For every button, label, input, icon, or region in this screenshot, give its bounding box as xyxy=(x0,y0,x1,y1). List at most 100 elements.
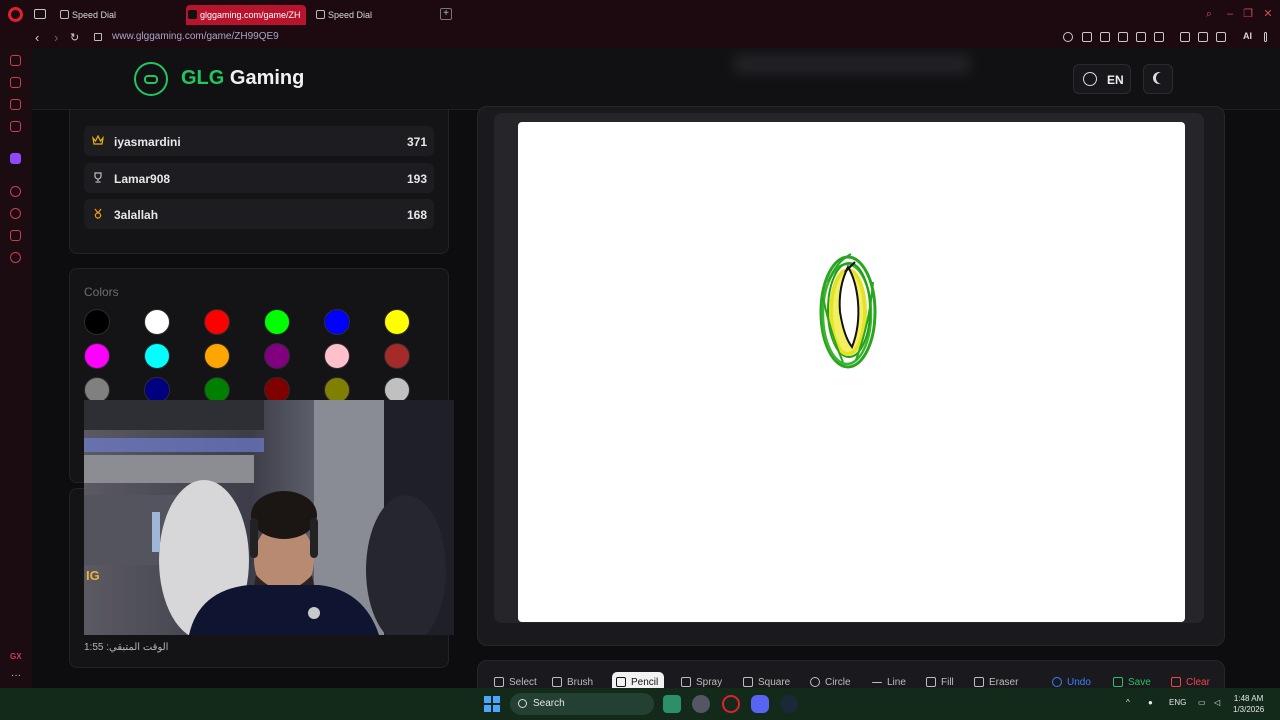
color-swatch[interactable] xyxy=(204,343,230,369)
player-sidebar-icon[interactable] xyxy=(10,186,21,197)
brand-suffix: Gaming xyxy=(224,67,305,89)
tab-manager-icon[interactable] xyxy=(34,9,46,19)
fill-icon xyxy=(926,677,936,687)
tool-line[interactable]: Line xyxy=(868,672,912,688)
language-button[interactable]: EN xyxy=(1073,64,1131,94)
tool-fill[interactable]: Fill xyxy=(922,672,960,688)
tool-select[interactable]: Select xyxy=(490,672,543,688)
taskbar-search[interactable]: Search xyxy=(510,693,654,715)
extensions-sidebar-icon[interactable] xyxy=(10,230,21,241)
forward-icon[interactable]: › xyxy=(54,30,58,46)
spray-icon xyxy=(681,677,691,687)
tool-spray[interactable]: Spray xyxy=(677,672,728,688)
player-name: Lamar908 xyxy=(114,172,171,186)
tool-circle[interactable]: Circle xyxy=(806,672,857,688)
history-icon[interactable] xyxy=(10,208,21,219)
tab-speed-dial-2[interactable]: Speed Dial xyxy=(314,5,434,25)
player-score: 168 xyxy=(406,208,427,222)
player-icon[interactable] xyxy=(1136,32,1146,42)
app-icon-1[interactable] xyxy=(663,695,681,713)
color-swatch[interactable] xyxy=(144,343,170,369)
pencil-icon xyxy=(616,677,626,687)
save-button[interactable]: Save xyxy=(1109,672,1157,688)
pin-icon[interactable] xyxy=(1082,32,1092,42)
heart-icon[interactable] xyxy=(1154,32,1164,42)
back-icon[interactable]: ‹ xyxy=(35,30,39,46)
tool-brush[interactable]: Brush xyxy=(548,672,599,688)
color-swatch[interactable] xyxy=(384,309,410,335)
settings-app-icon[interactable] xyxy=(692,695,710,713)
undo-button[interactable]: Undo xyxy=(1048,672,1097,688)
new-tab-icon[interactable]: + xyxy=(440,8,452,20)
tool-label: Select xyxy=(509,676,537,688)
leaderboard-panel: iyasmardini 371 Lamar908 193 3alallah 16… xyxy=(69,110,449,254)
adblock-icon[interactable] xyxy=(1118,32,1128,42)
extensions-icon[interactable] xyxy=(1180,32,1190,42)
url-field[interactable]: www.glggaming.com/game/ZH99QE9 xyxy=(112,31,279,42)
theme-toggle-button[interactable] xyxy=(1143,64,1173,94)
snapshot-icon[interactable] xyxy=(1100,32,1110,42)
tab-label: Speed Dial xyxy=(328,10,373,20)
clear-button[interactable]: Clear xyxy=(1167,672,1216,688)
steam-app-icon[interactable] xyxy=(780,695,798,713)
drawing-canvas[interactable] xyxy=(518,122,1185,622)
square-icon xyxy=(743,677,753,687)
tab-glggaming[interactable]: glggaming.com/game/ZH xyxy=(186,5,306,25)
color-swatch[interactable] xyxy=(324,309,350,335)
color-swatch[interactable] xyxy=(84,343,110,369)
minimize-icon[interactable]: – xyxy=(1224,8,1236,20)
color-swatch[interactable] xyxy=(264,309,290,335)
gx-corner-icon[interactable] xyxy=(10,77,21,88)
more-icon[interactable]: ··· xyxy=(11,670,21,681)
mic-icon[interactable]: ● xyxy=(1148,698,1153,707)
speed-dial-icon xyxy=(60,10,69,19)
player-name: 3alallah xyxy=(114,208,159,222)
tool-pencil[interactable]: Pencil xyxy=(612,672,665,688)
twitch-icon[interactable] xyxy=(10,153,21,164)
zoom-icon[interactable] xyxy=(1063,32,1073,42)
tab-speed-dial-1[interactable]: Speed Dial xyxy=(58,5,178,25)
settings-icon[interactable] xyxy=(10,252,21,263)
volume-icon[interactable]: ◁ xyxy=(1214,698,1220,707)
tray-chevron-icon[interactable]: ^ xyxy=(1126,698,1130,707)
news-icon[interactable] xyxy=(10,121,21,132)
windows-start-icon[interactable] xyxy=(484,696,500,712)
color-swatch[interactable] xyxy=(384,343,410,369)
network-icon[interactable]: ▭ xyxy=(1198,698,1206,707)
cursor-icon xyxy=(494,677,504,687)
search-tabs-icon[interactable]: ⌕ xyxy=(1203,8,1215,20)
gamepad-icon[interactable] xyxy=(134,62,168,96)
tool-label: Square xyxy=(758,676,791,688)
download-icon[interactable] xyxy=(1216,32,1226,42)
trash-icon xyxy=(1171,677,1181,687)
opera-gx-app-icon[interactable] xyxy=(722,695,740,713)
player-score: 371 xyxy=(406,135,427,149)
tool-eraser[interactable]: Eraser xyxy=(970,672,1024,688)
blurred-area xyxy=(732,54,972,74)
site-brand[interactable]: GLG Gaming xyxy=(181,67,304,90)
color-swatch[interactable] xyxy=(204,309,230,335)
opera-logo-icon[interactable] xyxy=(8,7,23,22)
gx-control-icon[interactable] xyxy=(10,55,21,66)
leaderboard-row: 3alallah 168 xyxy=(84,199,434,229)
color-swatch[interactable] xyxy=(84,309,110,335)
tool-label: Fill xyxy=(941,676,954,688)
color-swatch[interactable] xyxy=(144,309,170,335)
reload-icon[interactable]: ↻ xyxy=(70,30,79,46)
taskbar-clock[interactable]: 1:48 AM 1/3/2026 xyxy=(1233,693,1264,715)
discord-app-icon[interactable] xyxy=(751,695,769,713)
input-language[interactable]: ENG xyxy=(1169,698,1186,707)
tool-square[interactable]: Square xyxy=(739,672,796,688)
close-icon[interactable]: ✕ xyxy=(1262,8,1274,20)
color-swatch[interactable] xyxy=(324,343,350,369)
wallet-icon[interactable] xyxy=(1198,32,1208,42)
tool-label: Pencil xyxy=(631,676,659,688)
color-swatch[interactable] xyxy=(264,343,290,369)
browser-tab-bar: Speed Dial glggaming.com/game/ZH Speed D… xyxy=(0,0,1280,28)
restore-icon[interactable]: ❐ xyxy=(1242,8,1254,20)
messenger-icon[interactable] xyxy=(10,99,21,110)
brand-prefix: GLG xyxy=(181,67,225,89)
aria-ai-button[interactable]: AI xyxy=(1243,31,1252,41)
tool-label: Eraser xyxy=(989,676,1019,688)
menu-dots-icon[interactable] xyxy=(1264,32,1267,42)
